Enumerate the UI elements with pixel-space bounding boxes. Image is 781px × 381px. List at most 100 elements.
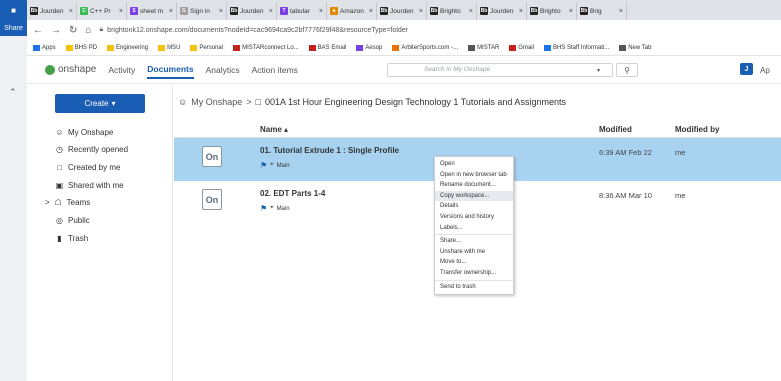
url-field[interactable]: 🔒︎ brightonk12.onshape.com/documents?nod…: [99, 26, 408, 34]
bookmark-label: Personal: [199, 44, 224, 51]
menu-item-share[interactable]: Share...: [435, 236, 513, 247]
tab-close-icon[interactable]: ×: [569, 8, 573, 15]
browser-tab[interactable]: Bb Brig ×: [577, 2, 627, 20]
forward-icon[interactable]: →: [51, 25, 61, 36]
tab-label: Brig: [590, 7, 602, 15]
column-name[interactable]: Name ▴: [260, 125, 288, 134]
browser-tab[interactable]: Bb Jourden ×: [477, 2, 527, 20]
create-button[interactable]: Create ▾: [55, 94, 145, 113]
nav-activity[interactable]: Activity: [108, 62, 135, 78]
nav-action-items[interactable]: Action items: [252, 62, 298, 78]
globe-icon: ◎: [56, 216, 63, 225]
document-thumbnail-icon[interactable]: On: [202, 189, 222, 210]
tab-close-icon[interactable]: ×: [369, 8, 373, 15]
browser-tab[interactable]: Bb Brighto ×: [527, 2, 577, 20]
browser-tab[interactable]: a Amazon ×: [327, 2, 377, 20]
tab-close-icon[interactable]: ×: [419, 8, 423, 15]
tab-label: Brighto: [540, 7, 561, 15]
bookmark-label: BAS Email: [317, 44, 347, 51]
sidebar-item-label: Recently opened: [68, 145, 129, 154]
column-modified-by[interactable]: Modified by: [675, 125, 719, 134]
menu-item-send-to-trash[interactable]: Send to trash: [435, 282, 513, 293]
nav-documents[interactable]: Documents: [147, 61, 194, 79]
bookmark-apps[interactable]: Apps: [33, 44, 56, 51]
sidebar-item-public[interactable]: ◎ Public: [55, 216, 90, 225]
bookmark-engineering[interactable]: Engineering: [107, 44, 148, 51]
bookmark-bhs-pd[interactable]: BHS PD: [65, 44, 97, 51]
browser-tab[interactable]: Ttabular ×: [277, 2, 327, 20]
menu-item-transfer-ownership[interactable]: Transfer ownership...: [435, 268, 513, 279]
browser-tab[interactable]: Bb Jourden ×: [27, 2, 77, 20]
menu-item-rename-document[interactable]: Rename document...: [435, 180, 513, 191]
tab-close-icon[interactable]: ×: [269, 8, 273, 15]
menu-item-labels[interactable]: Labels...: [435, 223, 513, 234]
menu-item-open[interactable]: Open: [435, 159, 513, 170]
address-row: ← → ↻ ⌂ 🔒︎ brightonk12.onshape.com/docum…: [27, 20, 781, 40]
bookmark-personal[interactable]: Personal: [190, 44, 224, 51]
column-modified[interactable]: Modified: [599, 125, 632, 134]
menu-item-copy-workspace[interactable]: Copy workspace...: [435, 190, 513, 202]
tab-close-icon[interactable]: ×: [619, 8, 623, 15]
bookmark-arbitersports-com[interactable]: ArbiterSports.com -...: [392, 44, 458, 51]
browser-tab[interactable]: Bb Brighto ×: [427, 2, 477, 20]
tab-close-icon[interactable]: ×: [119, 8, 123, 15]
document-thumbnail-icon[interactable]: On: [202, 146, 222, 167]
home-icon[interactable]: ⌂: [85, 25, 91, 36]
share-tab[interactable]: Share: [0, 20, 27, 36]
sidebar-item-recently-opened[interactable]: ◷ Recently opened: [55, 145, 128, 154]
menu-separator: [435, 234, 513, 236]
tab-label: Jourden: [40, 7, 64, 15]
bookmark-folder-icon: [468, 44, 476, 51]
reload-icon[interactable]: ↻: [69, 25, 77, 36]
graduation-cap-icon: ⚑: [260, 204, 268, 213]
breadcrumb-root[interactable]: My Onshape: [191, 97, 242, 107]
browser-tab[interactable]: Ssheet m ×: [127, 2, 177, 20]
search-button[interactable]: ⚲: [616, 63, 638, 77]
bookmark-mistar[interactable]: MISTAR: [468, 44, 499, 51]
tab-favicon-icon: S: [130, 7, 138, 15]
bookmark-new-tab[interactable]: New Tab: [619, 44, 651, 51]
bookmark-bhs-staff-informati[interactable]: BHS Staff Informati...: [543, 44, 609, 51]
bookmarks-bar: Apps BHS PD Engineering MSU Personal MISTARco…: [27, 40, 781, 56]
tab-close-icon[interactable]: ×: [219, 8, 223, 15]
browser-tab[interactable]: Bb Jourden ×: [377, 2, 427, 20]
back-icon[interactable]: ←: [33, 25, 43, 36]
strip-app-icon[interactable]: ■: [0, 0, 27, 20]
bookmark-mistarconnect-lo[interactable]: MISTARconnect Lo...: [233, 44, 299, 51]
nav-analytics[interactable]: Analytics: [206, 62, 240, 78]
tab-close-icon[interactable]: ×: [169, 8, 173, 15]
document-name[interactable]: 01. Tutorial Extrude 1 : Single Profile: [260, 146, 399, 155]
tab-close-icon[interactable]: ×: [69, 8, 73, 15]
notifications-icon[interactable]: J: [740, 63, 753, 75]
sidebar-item-created-by-me[interactable]: □ Created by me: [55, 163, 120, 172]
search-filter-dropdown-icon[interactable]: ▾: [597, 67, 600, 74]
menu-item-versions-and-history[interactable]: Versions and history: [435, 212, 513, 223]
sidebar-item-trash[interactable]: ▮ Trash: [55, 234, 88, 243]
browser-tab[interactable]: C C++ Pr ×: [77, 2, 127, 20]
sidebar-item-teams[interactable]: > ☖ Teams: [45, 198, 90, 207]
tab-favicon-icon: Bb: [230, 7, 238, 15]
bookmark-aesop[interactable]: Aesop: [356, 44, 382, 51]
search-input[interactable]: Search in My Onshape: [387, 63, 613, 77]
menu-item-details[interactable]: Details: [435, 201, 513, 212]
bookmark-msu[interactable]: MSU: [158, 44, 180, 51]
bookmark-gmail[interactable]: Gmail: [509, 44, 534, 51]
sidebar-item-my-onshape[interactable]: ☺ My Onshape: [55, 128, 113, 137]
tab-close-icon[interactable]: ×: [319, 8, 323, 15]
chevron-up-icon[interactable]: ⌃: [9, 87, 17, 98]
user-menu[interactable]: Ap: [760, 66, 770, 75]
tab-close-icon[interactable]: ×: [469, 8, 473, 15]
tab-close-icon[interactable]: ×: [519, 8, 523, 15]
document-name[interactable]: 02. EDT Parts 1-4: [260, 189, 325, 198]
menu-item-move-to[interactable]: Move to...: [435, 257, 513, 268]
sidebar-item-shared-with-me[interactable]: ▣ Shared with me: [55, 181, 124, 190]
tab-label: Amazon: [340, 7, 364, 15]
bookmark-bas-email[interactable]: BAS Email: [308, 44, 347, 51]
menu-item-open-in-new-browser-tab[interactable]: Open in new browser tab: [435, 170, 513, 181]
browser-tab[interactable]: G Sign in ×: [177, 2, 227, 20]
browser-tab[interactable]: Bb Jourden ×: [227, 2, 277, 20]
menu-item-unshare-with-me[interactable]: Unshare with me: [435, 247, 513, 258]
onshape-logo[interactable]: onshape: [45, 64, 96, 75]
tab-favicon-icon: a: [330, 7, 338, 15]
expand-caret-icon[interactable]: >: [45, 198, 50, 207]
